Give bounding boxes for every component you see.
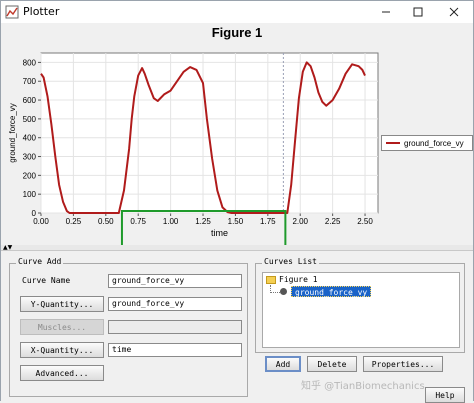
muscles-field bbox=[108, 320, 242, 334]
minimize-icon bbox=[382, 11, 390, 13]
y-tick-label: 0 bbox=[32, 209, 37, 218]
maximize-icon bbox=[413, 7, 423, 17]
x-tick-label: 1.00 bbox=[163, 217, 179, 226]
x-quantity-field[interactable]: time bbox=[108, 343, 242, 357]
chart[interactable]: 0.00 0.25 0.50 0.75 1.00 1.25 1.50 1.75 2.00 2.25… bbox=[1, 23, 473, 245]
close-icon bbox=[449, 7, 459, 17]
x-quantity-button[interactable]: X-Quantity... bbox=[20, 342, 104, 358]
y-tick-label: 400 bbox=[23, 134, 37, 143]
curves-tree[interactable]: Figure 1 ground_force_vy bbox=[262, 272, 460, 348]
x-tick-label: 1.25 bbox=[195, 217, 211, 226]
watermark: 知乎 @TianBiomechanics bbox=[301, 381, 425, 392]
x-tick-label: 0.50 bbox=[98, 217, 114, 226]
add-button[interactable]: Add bbox=[265, 356, 301, 372]
curve-add-group: Curve Add Curve Name ground_force_vy Y-Q… bbox=[9, 257, 248, 397]
x-tick-label: 2.25 bbox=[325, 217, 341, 226]
y-tick-label: 800 bbox=[23, 58, 37, 67]
curve-node-icon bbox=[280, 288, 287, 295]
maximize-button[interactable] bbox=[403, 1, 433, 23]
plotter-app-icon bbox=[5, 5, 19, 19]
x-tick-label: 1.75 bbox=[260, 217, 276, 226]
y-tick-label: 300 bbox=[23, 153, 37, 162]
x-tick-label: 0.00 bbox=[33, 217, 49, 226]
advanced-button[interactable]: Advanced... bbox=[20, 365, 104, 381]
y-tick-label: 100 bbox=[23, 190, 37, 199]
figure-panel: Figure 1 0.00 0.25 0.50 0.75 1.00 1.25 1.50 1.7… bbox=[1, 23, 473, 245]
curve-name-label: Curve Name bbox=[22, 276, 71, 285]
x-tick-label: 1.50 bbox=[228, 217, 244, 226]
curve-name-field[interactable]: ground_force_vy bbox=[108, 274, 242, 288]
x-tick-label: 0.75 bbox=[130, 217, 146, 226]
legend-label: ground_force_vy bbox=[404, 138, 464, 148]
tree-node-curve[interactable]: ground_force_vy bbox=[291, 286, 372, 297]
y-tick-label: 500 bbox=[23, 115, 37, 124]
y-quantity-field[interactable]: ground_force_vy bbox=[108, 297, 242, 311]
x-axis-label: time bbox=[211, 228, 228, 238]
folder-icon bbox=[266, 276, 276, 284]
delete-button[interactable]: Delete bbox=[307, 356, 357, 372]
curves-list-group: Curves List Figure 1 ground_force_vy bbox=[255, 257, 465, 353]
window-title: Plotter bbox=[23, 5, 60, 18]
minimize-button[interactable] bbox=[371, 1, 401, 23]
muscles-button[interactable]: Muscles... bbox=[20, 319, 104, 335]
x-tick-label: 0.25 bbox=[66, 217, 82, 226]
properties-button[interactable]: Properties... bbox=[363, 356, 443, 372]
y-quantity-button[interactable]: Y-Quantity... bbox=[20, 296, 104, 312]
tree-node-figure[interactable]: Figure 1 bbox=[279, 275, 318, 284]
y-tick-label: 200 bbox=[23, 171, 37, 180]
y-tick-label: 600 bbox=[23, 96, 37, 105]
chart-legend: ground_force_vy bbox=[381, 135, 473, 151]
plotter-window: Plotter Figure 1 0.00 0.25 0.50 0.75 1.00 1.2… bbox=[0, 0, 474, 403]
tree-connector bbox=[270, 292, 280, 293]
curves-list-title: Curves List bbox=[262, 257, 319, 266]
close-button[interactable] bbox=[439, 1, 469, 23]
legend-swatch bbox=[386, 142, 400, 144]
curve-add-title: Curve Add bbox=[16, 257, 64, 266]
y-tick-label: 700 bbox=[23, 77, 37, 86]
x-tick-label: 2.00 bbox=[292, 217, 308, 226]
y-axis-label: ground_force_vy bbox=[8, 103, 17, 163]
x-tick-label: 2.50 bbox=[357, 217, 373, 226]
title-bar[interactable]: Plotter bbox=[1, 1, 473, 23]
